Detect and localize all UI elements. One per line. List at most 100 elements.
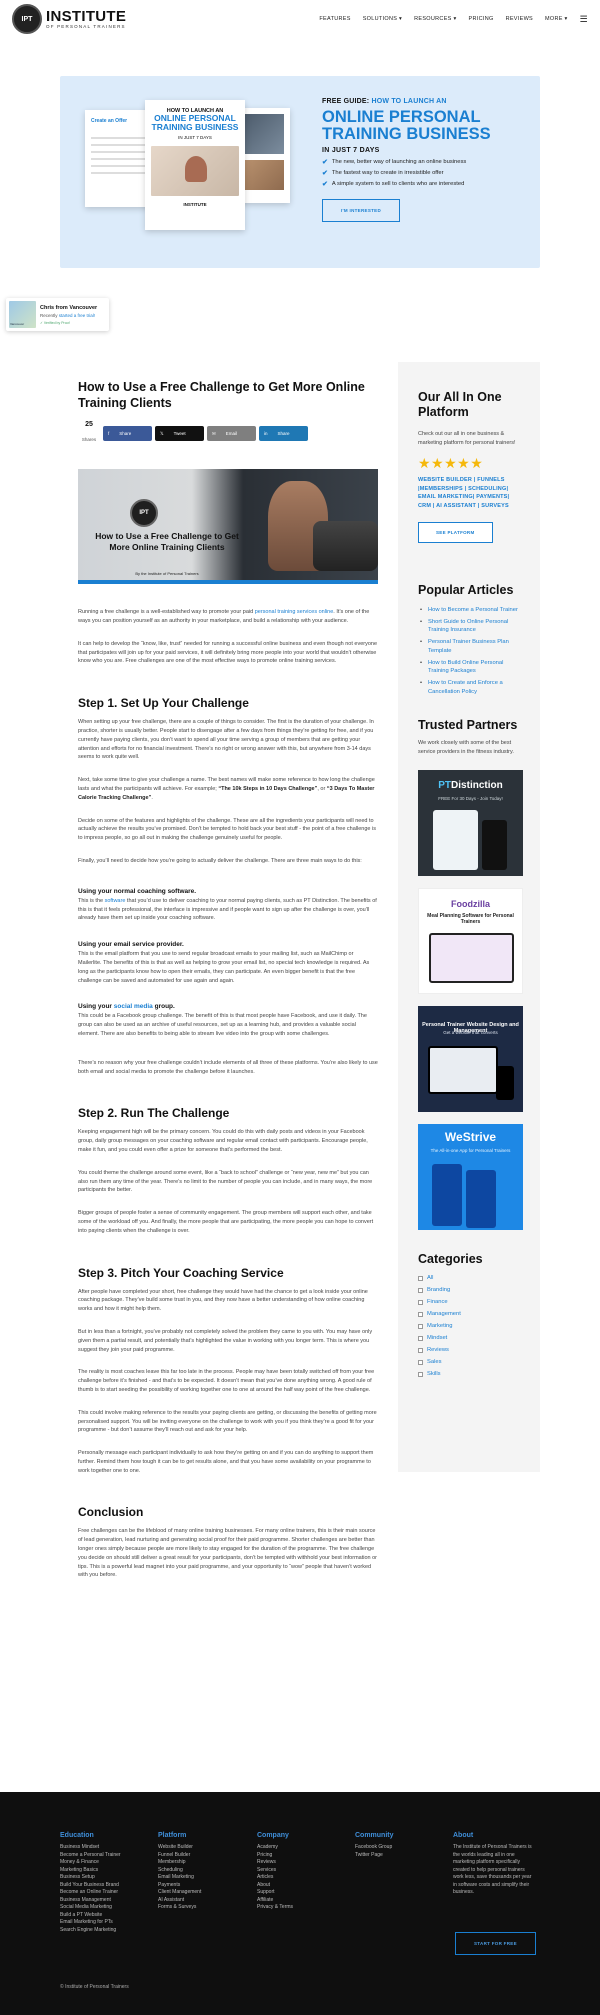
- category-sales[interactable]: Sales: [418, 1359, 520, 1365]
- footer-link[interactable]: AI Assistant: [158, 1897, 201, 1905]
- step-2-heading: Step 2. Run The Challenge: [78, 1106, 230, 1121]
- nav-features[interactable]: FEATURES: [319, 16, 350, 22]
- footer-link[interactable]: Build Your Business Brand: [60, 1882, 121, 1890]
- checkbox-icon: [418, 1287, 423, 1293]
- logo-sub-text: OF PERSONAL TRAINERS: [46, 23, 126, 29]
- promo-kicker: FREE GUIDE: HOW TO LAUNCH AN: [322, 98, 447, 105]
- footer-link[interactable]: Academy: [257, 1844, 293, 1852]
- footer-link[interactable]: Become an Online Trainer: [60, 1889, 121, 1897]
- popular-articles-list: How to Become a Personal Trainer Short G…: [418, 606, 520, 696]
- footer-link[interactable]: Reviews: [257, 1859, 293, 1867]
- footer-link[interactable]: Social Media Marketing: [60, 1904, 121, 1912]
- hero-title: How to Use a Free Challenge to Get More …: [95, 531, 239, 552]
- footer-link[interactable]: Email Marketing for PTs: [60, 1919, 121, 1927]
- intro-paragraph: Running a free challenge is a well-estab…: [78, 609, 370, 625]
- footer-link[interactable]: Facebook Group: [355, 1844, 394, 1852]
- footer-link[interactable]: Pricing: [257, 1852, 293, 1860]
- footer-link[interactable]: Search Engine Marketing: [60, 1927, 121, 1935]
- footer-link[interactable]: Articles: [257, 1874, 293, 1882]
- inline-link[interactable]: social media: [114, 1003, 153, 1010]
- footer-link[interactable]: Become a Personal Trainer: [60, 1852, 121, 1860]
- hero-logo-badge: IPT: [130, 499, 158, 528]
- footer-link[interactable]: Forms & Surveys: [158, 1904, 201, 1912]
- free-guide-banner: Create an Offer HOW TO LAUNCH AN ONLINE …: [60, 76, 540, 268]
- paragraph: Free challenges can be the lifeblood of …: [78, 1528, 377, 1579]
- email-share-button[interactable]: ✉ Email: [207, 426, 256, 442]
- footer-link[interactable]: Business Setup: [60, 1874, 121, 1882]
- footer-link[interactable]: Marketing Basics: [60, 1867, 121, 1875]
- nav-solutions[interactable]: SOLUTIONS ▾: [363, 16, 402, 22]
- checkbox-icon: [418, 1371, 423, 1377]
- footer-link[interactable]: Membership: [158, 1859, 201, 1867]
- footer-link[interactable]: Client Management: [158, 1889, 201, 1897]
- subheading-coaching-software: Using your normal coaching software.: [78, 887, 197, 895]
- guide-cover-title: ONLINE PERSONAL TRAINING BUSINESS: [151, 113, 239, 133]
- inline-link[interactable]: personal training services online: [255, 609, 334, 615]
- guide-cover-subtitle: IN JUST 7 DAYS: [178, 134, 212, 140]
- nav-resources[interactable]: RESOURCES ▾: [414, 16, 456, 22]
- category-branding[interactable]: Branding: [418, 1287, 520, 1293]
- popular-article-link[interactable]: How to Build Online Personal Training Pa…: [418, 659, 520, 676]
- see-platform-button[interactable]: SEE PLATFORM: [418, 522, 493, 544]
- step-1-heading: Step 1. Set Up Your Challenge: [78, 696, 249, 711]
- paragraph: There’s no reason why your free challeng…: [78, 1059, 378, 1075]
- checkbox-icon: [418, 1299, 423, 1305]
- athlete-figure-2: [313, 521, 378, 572]
- paragraph: Next, take some time to give your challe…: [78, 777, 375, 801]
- nav-pricing[interactable]: PRICING: [469, 16, 494, 22]
- category-management[interactable]: Management: [418, 1311, 520, 1317]
- category-skills[interactable]: Skills: [418, 1371, 520, 1377]
- nav-reviews[interactable]: REVIEWS: [506, 16, 533, 22]
- footer-link[interactable]: Email Marketing: [158, 1874, 201, 1882]
- partner-westrive-ad[interactable]: WeStrive The All-in-one App for Personal…: [418, 1124, 523, 1231]
- category-reviews[interactable]: Reviews: [418, 1347, 520, 1353]
- inline-link[interactable]: software: [105, 898, 126, 904]
- category-marketing[interactable]: Marketing: [418, 1323, 520, 1329]
- platform-feature-links[interactable]: WEBSITE BUILDER | FUNNELS |MEMBERSHIPS |…: [418, 476, 520, 510]
- linkedin-share-button[interactable]: in Share: [259, 426, 308, 442]
- site-logo[interactable]: IPT INSTITUTE OF PERSONAL TRAINERS: [12, 4, 126, 34]
- menu-icon[interactable]: ☰: [580, 14, 588, 25]
- partner-foodzilla-ad[interactable]: Foodzilla Meal Planning Software for Per…: [418, 888, 523, 995]
- partner-website-design-ad[interactable]: Personal Trainer Website Design and Mana…: [418, 1006, 523, 1113]
- footer-link[interactable]: Business Mindset: [60, 1844, 121, 1852]
- footer-link[interactable]: Support: [257, 1889, 293, 1897]
- promo-title: ONLINE PERSONAL TRAINING BUSINESS: [322, 108, 491, 144]
- site-footer: Education Business Mindset Become a Pers…: [0, 1792, 600, 2015]
- im-interested-button[interactable]: I'M INTERESTED: [322, 198, 401, 222]
- popular-article-link[interactable]: Personal Trainer Business Plan Template: [418, 638, 520, 655]
- popular-article-link[interactable]: How to Create and Enforce a Cancellation…: [418, 679, 520, 696]
- footer-link[interactable]: Privacy & Terms: [257, 1904, 293, 1912]
- footer-link[interactable]: Build a PT Website: [60, 1912, 121, 1920]
- social-proof-popup[interactable]: Vancouver Chris from Vancouver Recently …: [6, 298, 109, 331]
- twitter-share-button[interactable]: 𝕏 Tweet: [155, 426, 204, 442]
- category-mindset[interactable]: Mindset: [418, 1335, 520, 1341]
- partner-ptdistinction-ad[interactable]: PTDistinction FREE For 30 Days - Join To…: [418, 770, 523, 877]
- popular-article-link[interactable]: How to Become a Personal Trainer: [418, 606, 520, 615]
- check-icon: ✔: [322, 180, 328, 188]
- footer-link[interactable]: Payments: [158, 1882, 201, 1890]
- facebook-share-button[interactable]: f Share: [103, 426, 152, 442]
- footer-link[interactable]: Website Builder: [158, 1844, 201, 1852]
- hero-byline: By the Institute of Personal Trainers: [135, 571, 199, 577]
- footer-education: Education Business Mindset Become a Pers…: [60, 1832, 121, 1935]
- category-all[interactable]: All: [418, 1275, 520, 1281]
- footer-link[interactable]: Business Management: [60, 1897, 121, 1905]
- popup-link[interactable]: started a free trial!: [59, 313, 95, 318]
- footer-link[interactable]: Affiliate: [257, 1897, 293, 1905]
- footer-link[interactable]: Scheduling: [158, 1867, 201, 1875]
- nav-more[interactable]: MORE ▾: [545, 16, 568, 22]
- main-nav: FEATURES SOLUTIONS ▾ RESOURCES ▾ PRICING…: [319, 14, 588, 25]
- paragraph: After people have completed your short, …: [78, 1288, 368, 1313]
- footer-link[interactable]: Services: [257, 1867, 293, 1875]
- footer-link[interactable]: About: [257, 1882, 293, 1890]
- footer-link[interactable]: Funnel Builder: [158, 1852, 201, 1860]
- envelope-icon: ✉: [212, 430, 216, 436]
- footer-link[interactable]: Twitter Page: [355, 1852, 394, 1860]
- category-finance[interactable]: Finance: [418, 1299, 520, 1305]
- footer-link[interactable]: Money & Finance: [60, 1859, 121, 1867]
- checkbox-icon: [418, 1335, 423, 1341]
- popular-article-link[interactable]: Short Guide to Online Personal Training …: [418, 618, 520, 635]
- start-for-free-button[interactable]: START FOR FREE: [455, 1932, 536, 1955]
- article-title: How to Use a Free Challenge to Get More …: [78, 380, 365, 410]
